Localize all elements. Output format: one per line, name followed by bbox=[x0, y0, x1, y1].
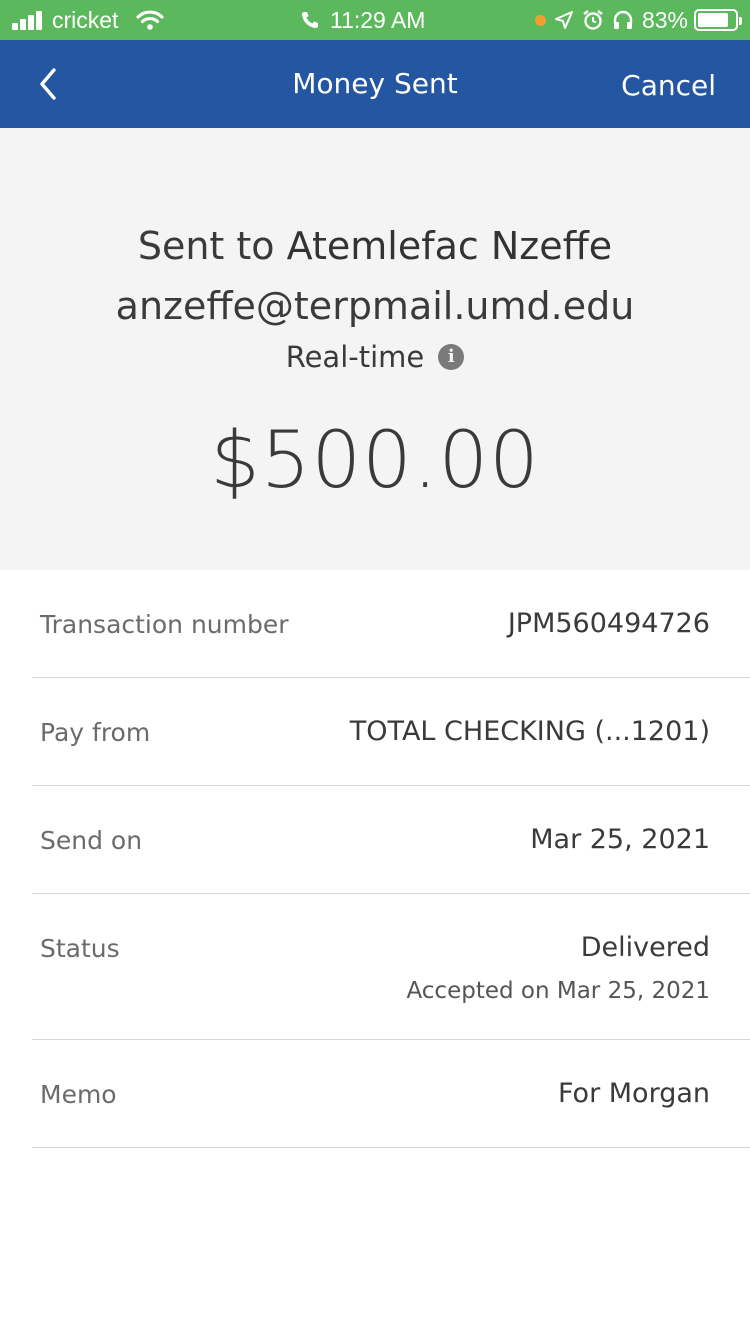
carrier-name: cricket bbox=[52, 6, 119, 33]
transaction-number-value: JPM560494726 bbox=[507, 608, 710, 639]
back-button[interactable] bbox=[28, 62, 68, 106]
status-value: Delivered bbox=[580, 932, 710, 963]
row-label: Status bbox=[40, 934, 120, 963]
row-label: Pay from bbox=[40, 718, 151, 747]
transaction-details: Transaction number JPM560494726 Pay from… bbox=[0, 570, 750, 1148]
row-label: Send on bbox=[40, 826, 143, 855]
row-label: Memo bbox=[40, 1080, 117, 1109]
location-icon bbox=[554, 10, 574, 30]
status-accepted-date: Accepted on Mar 25, 2021 bbox=[406, 978, 710, 1004]
orange-dot-indicator bbox=[534, 14, 546, 26]
status-bar-center: 11:29 AM bbox=[300, 6, 425, 34]
alarm-icon bbox=[582, 9, 604, 31]
status-bar: cricket 11:29 AM 83% bbox=[0, 0, 750, 40]
recipient-email: anzeffe@terpmail.umd.edu bbox=[115, 284, 635, 328]
recipient-name: Atemlefac Nzeffe bbox=[286, 224, 613, 268]
status-bar-left: cricket bbox=[12, 6, 165, 34]
battery-fill bbox=[698, 13, 728, 27]
pay-from-value: TOTAL CHECKING (...1201) bbox=[349, 716, 710, 747]
battery-cap bbox=[739, 17, 742, 25]
payment-speed: Real-time i bbox=[0, 340, 750, 374]
payment-summary: Sent to Atemlefac Nzeffe anzeffe@terpmai… bbox=[0, 128, 750, 570]
clock-time: 11:29 AM bbox=[330, 6, 426, 33]
pay-from-row: Pay from TOTAL CHECKING (...1201) bbox=[32, 678, 750, 786]
wifi-icon bbox=[136, 9, 165, 31]
cancel-button[interactable]: Cancel bbox=[621, 40, 716, 128]
signal-icon bbox=[12, 10, 44, 30]
sent-to-prefix: Sent to bbox=[137, 224, 275, 268]
memo-row: Memo For Morgan bbox=[32, 1040, 750, 1148]
row-label: Transaction number bbox=[40, 610, 289, 639]
chevron-left-icon bbox=[40, 68, 56, 100]
battery-percent: 83% bbox=[641, 6, 688, 33]
sent-to-line: Sent to Atemlefac Nzeffe bbox=[0, 224, 750, 268]
battery-charging-icon bbox=[694, 9, 742, 31]
memo-value: For Morgan bbox=[557, 1078, 710, 1109]
send-on-value: Mar 25, 2021 bbox=[530, 824, 710, 855]
navigation-bar: Money Sent Cancel bbox=[0, 40, 750, 128]
headphones-icon bbox=[612, 10, 634, 30]
amount: $500.00 bbox=[210, 416, 540, 506]
speed-label: Real-time bbox=[285, 340, 425, 374]
phone-icon bbox=[300, 10, 320, 30]
transaction-number-row: Transaction number JPM560494726 bbox=[32, 570, 750, 678]
info-icon[interactable]: i bbox=[438, 344, 465, 370]
send-on-row: Send on Mar 25, 2021 bbox=[32, 786, 750, 894]
status-bar-right: 83% bbox=[534, 6, 742, 34]
status-row: Status Delivered Accepted on Mar 25, 202… bbox=[32, 894, 750, 1040]
